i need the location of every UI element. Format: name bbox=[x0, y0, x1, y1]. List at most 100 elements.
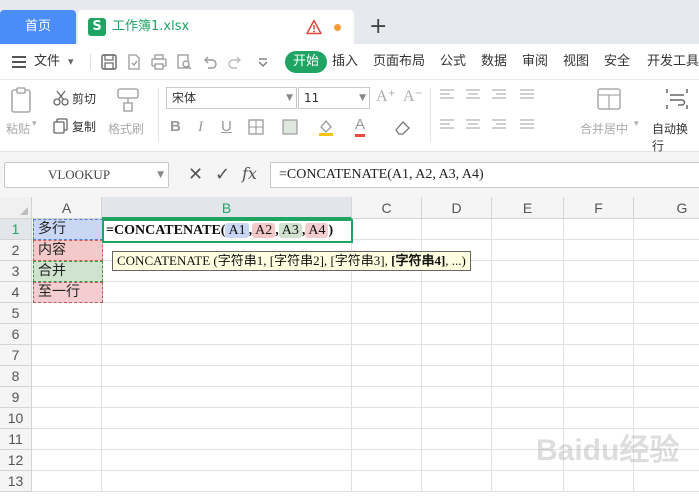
undo-icon[interactable] bbox=[201, 53, 219, 71]
editing-cell-B1[interactable]: =CONCATENATE(A1, A2, A3, A4) bbox=[102, 219, 353, 243]
row-header-2[interactable]: 2 bbox=[0, 240, 32, 261]
menu-tab-security[interactable]: 安全 bbox=[604, 44, 630, 80]
redo-icon[interactable] bbox=[226, 53, 244, 71]
chevron-down-icon[interactable]: ▼ bbox=[359, 88, 366, 108]
column-header-c[interactable]: C bbox=[352, 197, 422, 219]
chevron-down-icon[interactable]: ▼ bbox=[286, 88, 293, 108]
cut-button[interactable]: 剪切 bbox=[72, 90, 96, 107]
function-tooltip: CONCATENATE (字符串1, [字符串2], [字符串3], [字符串4… bbox=[112, 251, 471, 271]
customize-dropdown-icon[interactable] bbox=[254, 53, 272, 71]
print-preview-icon[interactable] bbox=[175, 53, 193, 71]
cell-a2[interactable]: 内容 bbox=[33, 240, 103, 261]
tooltip-ellipsis: ... bbox=[451, 253, 462, 268]
merge-cells-icon[interactable] bbox=[596, 86, 622, 112]
save-icon[interactable] bbox=[100, 53, 118, 71]
tooltip-arg4-current: [字符串4] bbox=[391, 253, 446, 268]
cell-a3[interactable]: 合并 bbox=[33, 261, 103, 282]
merge-center-button[interactable]: 合并居中 bbox=[580, 120, 628, 137]
menu-tab-developer[interactable]: 开发工具 bbox=[647, 44, 699, 80]
bold-icon[interactable]: B bbox=[170, 116, 181, 138]
divider bbox=[430, 88, 431, 142]
menu-tab-start[interactable]: 开始 bbox=[285, 51, 327, 73]
column-header-b[interactable]: B bbox=[102, 197, 352, 219]
menu-tab-page-layout[interactable]: 页面布局 bbox=[373, 44, 425, 80]
column-header-e[interactable]: E bbox=[492, 197, 564, 219]
confirm-formula-icon[interactable]: ✓ bbox=[215, 165, 230, 185]
column-header-d[interactable]: D bbox=[422, 197, 492, 219]
row-header-6[interactable]: 6 bbox=[0, 324, 32, 345]
row-header-7[interactable]: 7 bbox=[0, 345, 32, 366]
formula-ref-a2: A2 bbox=[252, 223, 276, 238]
row-header-9[interactable]: 9 bbox=[0, 387, 32, 408]
fill-color-icon[interactable] bbox=[317, 118, 335, 136]
column-header-f[interactable]: F bbox=[564, 197, 634, 219]
paste-button[interactable]: 粘贴 bbox=[6, 120, 30, 137]
menu-tab-review[interactable]: 审阅 bbox=[522, 44, 548, 80]
row-header-10[interactable]: 10 bbox=[0, 408, 32, 429]
insert-function-icon[interactable]: fx bbox=[242, 164, 257, 184]
row-header-11[interactable]: 11 bbox=[0, 429, 32, 450]
chevron-down-icon[interactable]: ▾ bbox=[634, 119, 639, 129]
grid-line bbox=[32, 491, 699, 492]
font-color-icon[interactable]: A bbox=[355, 116, 366, 137]
cell-a1[interactable]: 多行 bbox=[33, 219, 103, 240]
row-header-8[interactable]: 8 bbox=[0, 366, 32, 387]
cancel-formula-icon[interactable]: ✕ bbox=[188, 165, 203, 185]
chevron-down-icon[interactable]: ▾ bbox=[32, 119, 37, 129]
menu-file[interactable]: 文件 bbox=[34, 44, 60, 80]
decrease-font-icon[interactable]: A⁻ bbox=[403, 86, 423, 106]
menu-icon[interactable] bbox=[12, 56, 26, 68]
tab-home[interactable]: 首页 bbox=[0, 10, 76, 44]
grid-line bbox=[32, 281, 699, 282]
copy-button[interactable]: 复制 bbox=[72, 118, 96, 135]
formula-bar: VLOOKUP ▼ ✕ ✓ fx =CONCATENATE(A1, A2, A3… bbox=[0, 152, 699, 197]
row-header-5[interactable]: 5 bbox=[0, 303, 32, 324]
spreadsheet-grid[interactable]: ABCDEFG 1 2 3 4 5 6 7 8 9 10 11 12 13 多行 内容 合并 至一行 =CON… bbox=[0, 197, 699, 501]
column-header-a[interactable]: A bbox=[32, 197, 102, 219]
spreadsheet-icon: S bbox=[88, 18, 106, 36]
column-header-g[interactable]: G bbox=[634, 197, 699, 219]
row-header-4[interactable]: 4 bbox=[0, 282, 32, 303]
row-header-12[interactable]: 12 bbox=[0, 450, 32, 471]
cell-a4[interactable]: 至一行 bbox=[33, 282, 103, 303]
menu-tab-insert[interactable]: 插入 bbox=[332, 44, 358, 80]
grid-line bbox=[32, 386, 699, 387]
clear-format-icon[interactable] bbox=[392, 118, 412, 136]
underline-icon[interactable]: U bbox=[221, 116, 232, 138]
formula-input[interactable]: =CONCATENATE(A1, A2, A3, A4) bbox=[270, 162, 699, 188]
menu-tab-formula[interactable]: 公式 bbox=[440, 44, 466, 80]
format-painter-button[interactable]: 格式刷 bbox=[108, 120, 144, 137]
format-painter-icon[interactable] bbox=[114, 86, 142, 114]
name-box[interactable]: VLOOKUP ▼ bbox=[4, 162, 169, 188]
grid-line bbox=[32, 302, 699, 303]
italic-icon[interactable]: I bbox=[198, 116, 203, 138]
select-all-button[interactable] bbox=[0, 197, 32, 219]
formula-ref-a3: A3 bbox=[278, 223, 302, 238]
name-box-value: VLOOKUP bbox=[47, 167, 111, 182]
chevron-down-icon[interactable]: ▾ bbox=[68, 54, 74, 70]
cell-style-icon[interactable] bbox=[281, 118, 299, 136]
font-name-value: 宋体 bbox=[172, 91, 197, 105]
border-icon[interactable] bbox=[247, 118, 265, 136]
menu-tab-view[interactable]: 视图 bbox=[563, 44, 589, 80]
warning-icon[interactable] bbox=[306, 19, 322, 35]
row-header-1[interactable]: 1 bbox=[0, 219, 32, 240]
font-size-select[interactable]: 11 ▼ bbox=[298, 87, 370, 109]
paste-icon[interactable] bbox=[8, 86, 36, 114]
alignment-icons[interactable] bbox=[440, 88, 560, 138]
print-icon[interactable] bbox=[150, 53, 168, 71]
wrap-text-button[interactable]: 自动换行 bbox=[652, 120, 699, 154]
font-name-select[interactable]: 宋体 ▼ bbox=[166, 87, 297, 109]
export-icon[interactable] bbox=[125, 53, 143, 71]
tooltip-function-name: CONCATENATE bbox=[117, 253, 211, 268]
row-header-13[interactable]: 13 bbox=[0, 471, 32, 492]
tab-document[interactable]: S 工作簿1.xlsx bbox=[78, 10, 354, 44]
menu-tab-data[interactable]: 数据 bbox=[481, 44, 507, 80]
new-tab-button[interactable]: + bbox=[369, 12, 387, 42]
chevron-down-icon[interactable]: ▼ bbox=[157, 163, 164, 187]
row-header-3[interactable]: 3 bbox=[0, 261, 32, 282]
grid-line bbox=[32, 323, 699, 324]
increase-font-icon[interactable]: A⁺ bbox=[376, 86, 396, 106]
wrap-text-icon[interactable] bbox=[664, 86, 690, 112]
cell-formula-text: =CONCATENATE(A1, A2, A3, A4) bbox=[106, 223, 334, 238]
